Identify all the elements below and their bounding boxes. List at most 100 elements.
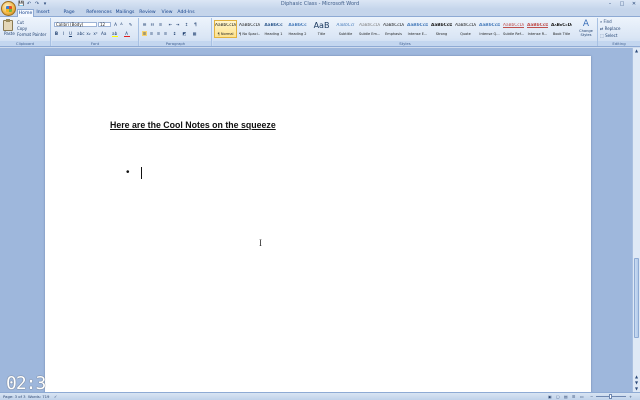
borders-icon[interactable]: ▦	[192, 31, 197, 36]
maximize-button[interactable]: □	[616, 0, 628, 8]
full-screen-icon[interactable]: ▢	[556, 394, 560, 400]
bullet-point: •	[126, 167, 130, 178]
customize-qat-icon[interactable]: ▾	[42, 1, 48, 7]
multilevel-list-icon[interactable]: ≡	[158, 22, 163, 27]
draft-icon[interactable]: ▭	[580, 394, 584, 400]
increase-indent-icon[interactable]: ⇥	[175, 22, 180, 27]
align-right-icon[interactable]: ≡	[156, 31, 161, 36]
clipboard-label: Clipboard	[0, 41, 50, 46]
find-label: Find	[603, 19, 612, 24]
web-layout-icon[interactable]: ▤	[564, 394, 568, 400]
select-button[interactable]: ⬚ Select	[600, 33, 617, 38]
tab-mailings[interactable]: Mailings	[115, 9, 135, 17]
clear-format-icon[interactable]: ✎	[128, 22, 133, 27]
shrink-font-icon[interactable]: A	[119, 22, 124, 27]
font-name-select[interactable]: Calibri (Body)	[54, 22, 97, 27]
style-heading-1[interactable]: AaBbCc Heading 1	[262, 20, 285, 38]
quick-styles-gallery: AaBbCcDc ¶ Normal AaBbCcDc ¶ No Spaci...…	[214, 18, 576, 40]
tab-page-layout[interactable]: Page Layout	[55, 9, 83, 23]
style-sample: AaBbCc	[264, 23, 283, 28]
tab-review[interactable]: Review	[139, 9, 156, 17]
justify-icon[interactable]: ≡	[163, 31, 168, 36]
document-heading[interactable]: Here are the Cool Notes on the squeeze	[110, 120, 276, 130]
status-bar: Page: 3 of 3 Words: 719 ✓ ▣ ▢ ▤ ☰ ▭ − +	[0, 392, 640, 400]
grow-font-icon[interactable]: A	[113, 22, 118, 27]
superscript-icon[interactable]: x²	[93, 31, 98, 36]
style-title[interactable]: AaB Title	[310, 20, 333, 38]
strikethrough-icon[interactable]: abc	[77, 31, 85, 36]
undo-icon[interactable]: ↶	[26, 1, 32, 7]
style-quote[interactable]: AaBbCcDc Quote	[454, 20, 477, 38]
title-bar: 💾 ↶ ↷ ▾ Diphasic Class - Microsoft Word …	[0, 0, 640, 9]
change-case-icon[interactable]: Aa	[101, 31, 106, 36]
style-subtitle[interactable]: AaBbCcI Subtitle	[334, 20, 357, 38]
line-spacing-icon[interactable]: ↨	[172, 31, 177, 36]
outline-icon[interactable]: ☰	[572, 394, 575, 400]
replace-button[interactable]: ⇄ Replace	[600, 26, 620, 31]
vertical-scrollbar[interactable]: ▲ ▲ ▼ ▼	[632, 48, 640, 392]
zoom-in-icon[interactable]: +	[629, 394, 632, 400]
document-page[interactable]: Here are the Cool Notes on the squeeze •…	[45, 56, 591, 392]
style-subtle-emphasis[interactable]: AaBbCcDc Subtle Em...	[358, 20, 381, 38]
style-intense-reference[interactable]: AaBbCcDc Intense R...	[526, 20, 549, 38]
tab-insert[interactable]: Insert	[36, 9, 50, 17]
decrease-indent-icon[interactable]: ⇤	[168, 22, 173, 27]
show-marks-button[interactable]: ¶	[193, 22, 198, 27]
sort-icon[interactable]: ↕	[184, 22, 189, 27]
scroll-thumb[interactable]	[634, 258, 639, 338]
numbering-icon[interactable]: ☷	[150, 22, 155, 27]
style-sample: AaBbCcDc	[455, 23, 476, 28]
proofing-icon[interactable]: ✓	[54, 394, 57, 400]
redo-icon[interactable]: ↷	[34, 1, 40, 7]
page-count[interactable]: Page: 3 of 3	[3, 394, 26, 400]
bold-button[interactable]: B	[54, 31, 59, 36]
bullets-icon[interactable]: ☰	[142, 22, 147, 27]
shading-icon[interactable]: ◩	[182, 31, 187, 36]
cut-button[interactable]: Cut	[17, 20, 24, 25]
style-name: Intense R...	[527, 32, 548, 36]
copy-button[interactable]: Copy	[17, 26, 27, 31]
style-sample: AaBbCcDc	[527, 23, 548, 28]
style-subtle-reference[interactable]: AaBbCcDc Subtle Ref...	[502, 20, 525, 38]
style-book-title[interactable]: AaBbCcDc Book Title	[550, 20, 573, 38]
tab-add-ins[interactable]: Add-Ins	[177, 9, 195, 17]
zoom-knob[interactable]	[609, 394, 612, 399]
format-painter-button[interactable]: Format Painter	[17, 32, 46, 37]
subscript-icon[interactable]: x₂	[86, 31, 91, 36]
font-color-bar	[124, 36, 130, 37]
ribbon: Paste Cut Copy Format Painter Clipboard …	[0, 17, 640, 47]
document-area: Here are the Cool Notes on the squeeze •…	[0, 48, 632, 392]
style-name: Quote	[460, 32, 471, 36]
style-name: Intense Q...	[479, 32, 500, 36]
style-emphasis[interactable]: AaBbCcDc Emphasis	[382, 20, 405, 38]
scroll-up-icon[interactable]: ▲	[633, 48, 640, 54]
office-button[interactable]	[1, 1, 16, 16]
style-heading-2[interactable]: AaBbCc Heading 2	[286, 20, 309, 38]
save-icon[interactable]: 💾	[18, 1, 24, 7]
paste-icon[interactable]	[3, 19, 13, 31]
zoom-out-icon[interactable]: −	[590, 394, 593, 400]
align-center-icon[interactable]: ≡	[149, 31, 154, 36]
minimize-button[interactable]: –	[604, 0, 616, 8]
style-normal[interactable]: AaBbCcDc ¶ Normal	[214, 20, 237, 38]
styles-label: Styles	[213, 41, 597, 46]
close-button[interactable]: ✕	[628, 0, 640, 8]
word-count[interactable]: Words: 719	[28, 394, 49, 400]
style-intense-emphasis[interactable]: AaBbCcDc Intense E...	[406, 20, 429, 38]
underline-button[interactable]: U	[68, 31, 73, 36]
style-no-spacing[interactable]: AaBbCcDc ¶ No Spaci...	[238, 20, 261, 38]
window-title: Diphasic Class - Microsoft Word	[280, 1, 360, 7]
style-strong[interactable]: AaBbCcDc Strong	[430, 20, 453, 38]
print-layout-icon[interactable]: ▣	[548, 394, 552, 400]
find-button[interactable]: ⌕ Find	[600, 19, 612, 24]
paste-button[interactable]: Paste	[4, 31, 15, 36]
tab-references[interactable]: References	[86, 9, 112, 17]
font-size-select[interactable]: 12	[98, 22, 111, 27]
style-name: Heading 1	[264, 32, 283, 36]
italic-button[interactable]: I	[61, 31, 66, 36]
change-styles-button[interactable]: A Change Styles	[578, 19, 594, 43]
style-intense-quote[interactable]: AaBbCcDc Intense Q...	[478, 20, 501, 38]
align-left-icon[interactable]: ≡	[142, 31, 147, 36]
tab-view[interactable]: View	[160, 9, 174, 17]
style-name: Subtle Ref...	[503, 32, 524, 36]
